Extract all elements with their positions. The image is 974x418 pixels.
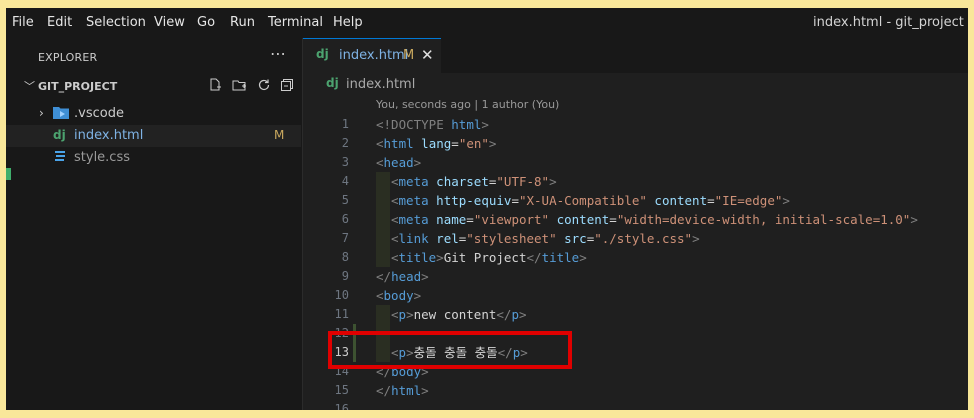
code-text: <p>new content</p> [391,307,527,322]
code-text: </html> [376,383,429,398]
line-number: 7 [341,231,349,245]
tree-item-index-html[interactable]: dj index.html M [6,125,301,147]
code-line: 10 <body> [303,286,968,305]
ellipsis-icon[interactable]: ⋯ [270,44,286,63]
code-text: <meta name="viewport" content="width=dev… [391,212,918,227]
tree-label: .vscode [74,106,124,121]
code-line: 6 <meta name="viewport" content="width=d… [303,210,968,229]
indent-guide [376,229,390,248]
code-line: 1 <!DOCTYPE html> [303,115,968,134]
chevron-right-icon: › [39,106,44,120]
code-text: <meta http-equiv="X-UA-Compatible" conte… [391,193,790,208]
code-text: <!DOCTYPE html> [376,117,489,132]
breadcrumb: dj index.html [303,74,968,96]
explorer-title: EXPLORER [38,51,98,64]
new-folder-icon[interactable] [232,78,247,96]
explorer-sidebar: EXPLORER ⋯ ﹀ GIT_PROJECT › .vscode dj in… [6,38,303,410]
line-number: 6 [341,212,349,226]
new-file-icon[interactable] [208,78,222,96]
django-icon: dj [316,47,329,61]
chevron-down-icon: ﹀ [24,80,35,93]
code-text: </head> [376,269,429,284]
menu-run[interactable]: Run [230,15,255,30]
code-line: 3 <head> [303,153,968,172]
menu-terminal[interactable]: Terminal [268,15,323,30]
activity-indicator [6,168,11,180]
menu-go[interactable]: Go [197,15,215,30]
modified-badge: M [274,128,285,142]
project-name: GIT_PROJECT [38,80,118,93]
line-number: 8 [341,250,349,264]
code-line: 5 <meta http-equiv="X-UA-Compatible" con… [303,191,968,210]
line-number: 11 [334,307,349,321]
vscode-folder-icon [53,106,69,122]
red-highlight-box [328,331,572,369]
line-number: 15 [334,383,349,397]
django-icon: dj [53,128,66,142]
menu-help[interactable]: Help [333,15,363,30]
code-line: 2 <html lang="en"> [303,134,968,153]
tab-index-html[interactable]: dj index.html M ✕ [303,38,441,73]
close-icon[interactable]: ✕ [421,46,434,64]
line-number: 9 [341,269,349,283]
indent-guide [376,305,390,324]
line-number: 2 [341,136,349,150]
menu-selection[interactable]: Selection [86,15,146,30]
indent-guide [376,248,390,267]
code-line: 8 <title>Git Project</title> [303,248,968,267]
tab-bar: dj index.html M ✕ [303,38,968,73]
line-number: 1 [341,117,349,131]
tree-label: style.css [74,150,130,165]
menu-view[interactable]: View [154,15,185,30]
code-line: 9 </head> [303,267,968,286]
tree-item-vscode[interactable]: › .vscode [6,103,301,125]
modified-badge: M [403,48,415,63]
code-text: <body> [376,288,422,303]
line-number: 4 [341,174,349,188]
menu-file[interactable]: File [12,15,34,30]
breadcrumb-file[interactable]: index.html [346,77,415,92]
tab-label: index.html [339,48,409,63]
collapse-all-icon[interactable] [280,78,294,96]
indent-guide [376,191,390,210]
code-text: <head> [376,155,422,170]
line-number: 10 [334,288,349,302]
code-text: <title>Git Project</title> [391,250,587,265]
django-icon: dj [326,76,339,90]
tree-label: index.html [74,128,144,143]
window-title: index.html - git_project - Visu [813,15,968,30]
code-text: <link rel="stylesheet" src="./style.css"… [391,231,700,246]
indent-guide [376,210,390,229]
code-line: 7 <link rel="stylesheet" src="./style.cs… [303,229,968,248]
code-text: <html lang="en"> [376,136,497,151]
menu-bar: File Edit Selection View Go Run Terminal… [6,8,968,38]
code-line: 11 <p>new content</p> [303,305,968,324]
refresh-icon[interactable] [257,78,271,96]
code-line: 16 [303,400,968,410]
line-number: 5 [341,193,349,207]
menu-edit[interactable]: Edit [47,15,72,30]
code-line: 15 </html> [303,381,968,400]
line-number: 3 [341,155,349,169]
code-text: <meta charset="UTF-8"> [391,174,557,189]
code-line: 4 <meta charset="UTF-8"> [303,172,968,191]
css-icon [53,150,67,167]
indent-guide [376,172,390,191]
git-blame-annotation[interactable]: You, seconds ago | 1 author (You) [376,98,559,111]
line-number: 16 [334,402,349,410]
tree-item-style-css[interactable]: style.css [6,147,301,169]
